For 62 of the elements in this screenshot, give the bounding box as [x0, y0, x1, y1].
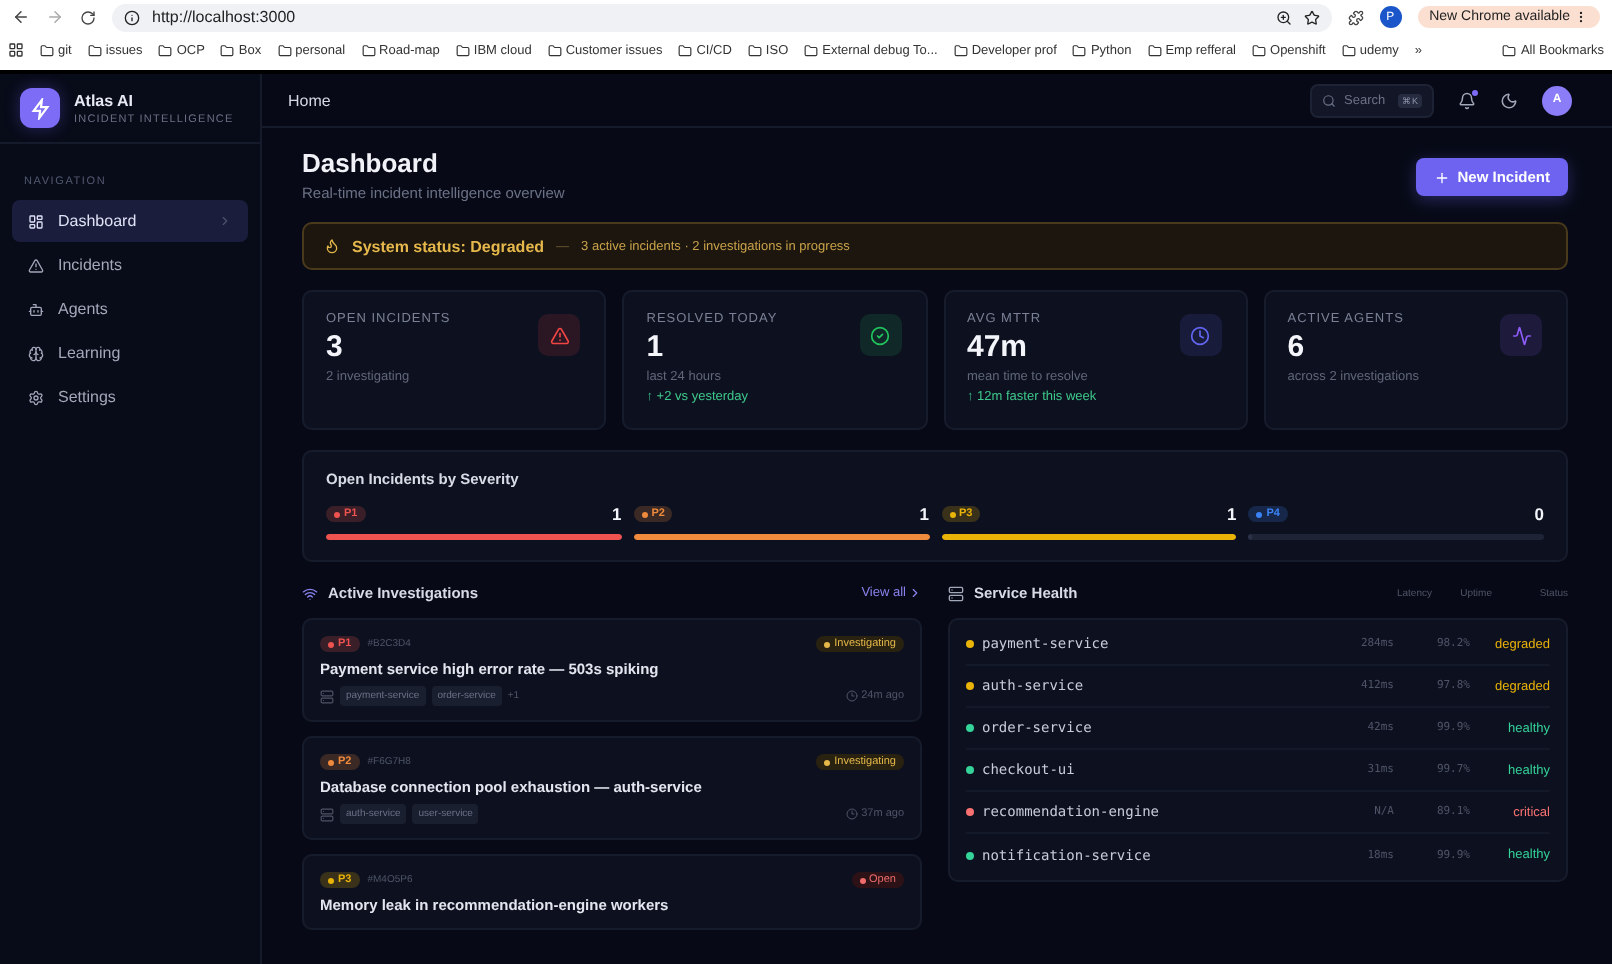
folder-icon	[747, 43, 762, 57]
theme-toggle-icon[interactable]	[1500, 91, 1518, 109]
server-icon	[320, 689, 334, 703]
folder-icon	[158, 43, 173, 57]
dashboard-icon	[28, 213, 44, 229]
clock-icon	[845, 690, 858, 702]
chevron-icon	[908, 586, 922, 600]
status-label: System status: Degraded	[352, 237, 545, 255]
folder-icon	[455, 43, 470, 57]
clock-icon	[845, 808, 858, 820]
flame-icon	[324, 238, 340, 254]
search-icon	[1322, 93, 1336, 107]
severity-count: 1	[919, 504, 929, 524]
chevron-icon	[218, 214, 232, 228]
extensions-icon[interactable]	[1347, 9, 1364, 25]
stat-value: 47m	[967, 330, 1030, 364]
server-icon	[320, 807, 334, 821]
stat-value: 6	[1287, 330, 1307, 364]
nav-item[interactable]: Settings	[12, 376, 248, 418]
info-icon	[124, 9, 140, 25]
folder-icon	[678, 43, 693, 57]
back-icon[interactable]	[12, 8, 30, 26]
plus-icon	[1433, 169, 1450, 185]
reload-icon[interactable]	[80, 9, 96, 25]
folder-icon	[361, 43, 376, 57]
address-bar[interactable]: http://localhost:3000	[112, 3, 1332, 31]
zoom-icon	[1275, 9, 1292, 25]
breadcrumb: Home	[288, 91, 333, 109]
warning-icon	[28, 257, 44, 273]
nav-item[interactable]: Learning	[12, 332, 248, 374]
folder-icon	[220, 43, 235, 57]
stat-value: 1	[646, 330, 666, 364]
robot-icon	[28, 301, 44, 317]
nav-item[interactable]: Incidents	[12, 244, 248, 286]
severity-count: 1	[1227, 504, 1237, 524]
brain-icon	[28, 345, 44, 361]
folder-icon	[953, 43, 968, 57]
page-title: Dashboard	[302, 148, 440, 178]
folder-icon	[40, 43, 54, 57]
server-icon	[948, 585, 964, 601]
apps-icon[interactable]	[8, 42, 24, 58]
folder-icon	[804, 43, 819, 57]
brand-name: Atlas AI	[74, 91, 135, 109]
nav-item[interactable]: Dashboard	[12, 200, 248, 242]
folder-icon	[87, 43, 102, 57]
nav-item[interactable]: Agents	[12, 288, 248, 330]
stat-value: 3	[326, 330, 345, 364]
folder-icon	[1147, 43, 1162, 57]
folder-icon	[1502, 43, 1517, 57]
folder-icon	[1252, 43, 1267, 57]
settings-icon	[28, 389, 44, 405]
more-icon	[1574, 10, 1588, 24]
bookmark-star-icon[interactable]	[1303, 9, 1320, 25]
notifications-icon[interactable]	[1458, 91, 1476, 109]
signal-icon	[302, 585, 318, 601]
folder-icon	[277, 43, 292, 57]
folder-icon	[547, 43, 562, 57]
folder-icon	[1341, 43, 1356, 57]
severity-count: 0	[1534, 504, 1544, 524]
folder-icon	[1072, 43, 1087, 57]
logo-icon	[20, 88, 60, 128]
severity-count: 1	[612, 504, 622, 524]
